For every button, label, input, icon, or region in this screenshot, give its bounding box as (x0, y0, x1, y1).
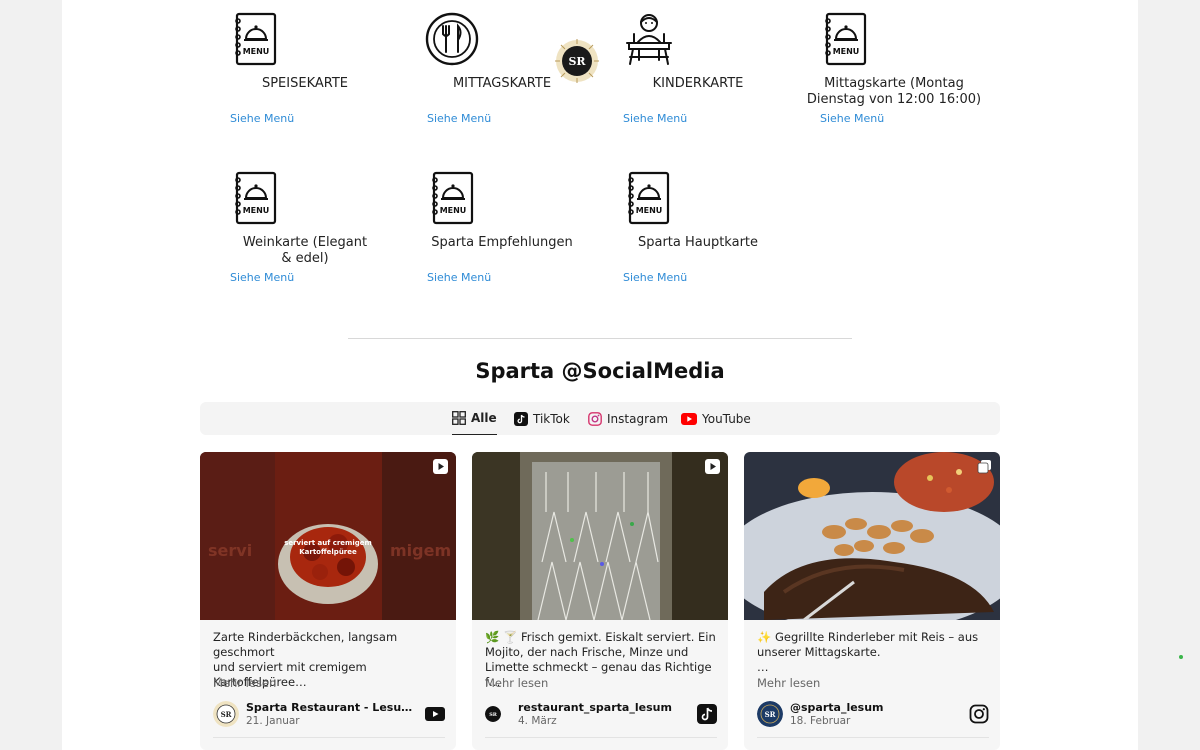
tab-label: Alle (471, 411, 497, 425)
svg-text:Kartoffelpüree: Kartoffelpüree (299, 548, 357, 556)
gallery-badge-icon (977, 460, 991, 474)
video-badge-icon (433, 459, 448, 474)
svg-text:SR: SR (765, 710, 776, 719)
youtube-icon (681, 412, 697, 425)
tab-tiktok[interactable]: TikTok (514, 402, 570, 435)
svg-text:SR: SR (221, 710, 232, 719)
post-divider (485, 737, 717, 738)
svg-text:SR: SR (489, 712, 498, 718)
tab-alle[interactable]: Alle (452, 402, 497, 435)
post-caption: ✨ Gegrillte Rinderleber mit Reis – aus u… (757, 630, 979, 674)
tiktok-icon[interactable] (697, 704, 717, 724)
author-name: Sparta Restaurant - Lesum Bre… (246, 701, 416, 714)
status-dot (1179, 655, 1183, 659)
post-image-mojito-glass[interactable] (472, 452, 728, 620)
svg-text:MENU: MENU (636, 206, 663, 215)
see-menu-link[interactable]: Siehe Menü (623, 271, 687, 284)
post-author[interactable]: SR restaurant_sparta_lesum 4. März (485, 700, 717, 728)
menu-book-icon: MENU (432, 171, 474, 225)
child-table-icon (626, 14, 672, 65)
svg-text:serviert auf cremigem: serviert auf cremigem (284, 539, 372, 547)
post-divider (757, 737, 989, 738)
post-author[interactable]: SR @sparta_lesum 18. Februar (757, 700, 989, 728)
instagram-icon (588, 411, 602, 426)
menu-book-icon: MENU (825, 12, 867, 66)
tab-label: YouTube (702, 411, 751, 426)
see-menu-link[interactable]: Siehe Menü (427, 271, 491, 284)
see-menu-link[interactable]: Siehe Menü (230, 271, 294, 284)
avatar: SR (485, 706, 501, 722)
social-post-card[interactable]: ✨ Gegrillte Rinderleber mit Reis – aus u… (744, 452, 1000, 750)
menu-book-icon: MENU (628, 171, 670, 225)
post-image-grilled-liver[interactable] (744, 452, 1000, 620)
tab-instagram[interactable]: Instagram (588, 402, 668, 435)
page-content: MENU SPEISEKARTE Siehe Menü MITTAGSKARTE… (62, 0, 1138, 750)
menu-title: Sparta Empfehlungen (431, 235, 573, 250)
post-image-beef-cheeks[interactable]: servi migem serviert auf cremigem Kartof… (200, 452, 456, 620)
social-section-title: Sparta @SocialMedia (475, 359, 725, 383)
svg-text:SR: SR (568, 55, 586, 68)
avatar: SR (213, 701, 239, 727)
post-date: 18. Februar (790, 715, 851, 727)
svg-text:MENU: MENU (440, 206, 467, 215)
section-divider (348, 338, 852, 339)
svg-text:MENU: MENU (833, 47, 860, 56)
author-name: @sparta_lesum (790, 701, 884, 714)
restaurant-logo: SR (555, 39, 599, 83)
menu-title: Mittagskarte (Montag Dienstag von 12:00 … (806, 76, 982, 107)
menu-title: SPEISEKARTE (261, 76, 349, 91)
svg-text:MENU: MENU (243, 206, 270, 215)
menu-book-icon: MENU (235, 171, 277, 225)
grid-icon (452, 411, 466, 425)
instagram-icon[interactable] (969, 704, 989, 724)
read-more-link[interactable]: Mehr lesen (485, 676, 548, 690)
post-author[interactable]: SR Sparta Restaurant - Lesum Bre… 21. Ja… (213, 700, 445, 728)
video-badge-icon (705, 459, 720, 474)
svg-text:servi: servi (208, 541, 252, 560)
menu-title: Weinkarte (Elegant & edel) (242, 235, 368, 266)
menu-title: Sparta Hauptkarte (637, 235, 759, 250)
social-filter-tabs: Alle TikTok Instagram YouTube (200, 402, 1000, 435)
svg-text:MENU: MENU (243, 47, 270, 56)
see-menu-link[interactable]: Siehe Menü (427, 112, 491, 125)
see-menu-link[interactable]: Siehe Menü (820, 112, 884, 125)
menu-book-icon: MENU (235, 12, 277, 66)
menu-title: KINDERKARTE (652, 76, 744, 91)
youtube-icon[interactable] (425, 704, 445, 724)
see-menu-link[interactable]: Siehe Menü (230, 112, 294, 125)
svg-text:migem: migem (390, 541, 451, 560)
post-divider (213, 737, 445, 738)
post-date: 21. Januar (246, 715, 300, 727)
plate-cutlery-icon (425, 12, 479, 66)
read-more-link[interactable]: Mehr lesen (213, 676, 276, 690)
post-date: 4. März (518, 715, 557, 727)
tab-youtube[interactable]: YouTube (681, 402, 751, 435)
tab-label: Instagram (607, 411, 669, 426)
tab-label: TikTok (533, 411, 570, 426)
tiktok-icon (514, 411, 528, 426)
avatar: SR (757, 701, 783, 727)
see-menu-link[interactable]: Siehe Menü (623, 112, 687, 125)
social-post-card[interactable]: servi migem serviert auf cremigem Kartof… (200, 452, 456, 750)
social-post-card[interactable]: 🌿 🍸 Frisch gemixt. Eiskalt serviert. Ein… (472, 452, 728, 750)
author-name: restaurant_sparta_lesum (518, 701, 672, 714)
read-more-link[interactable]: Mehr lesen (757, 676, 820, 690)
